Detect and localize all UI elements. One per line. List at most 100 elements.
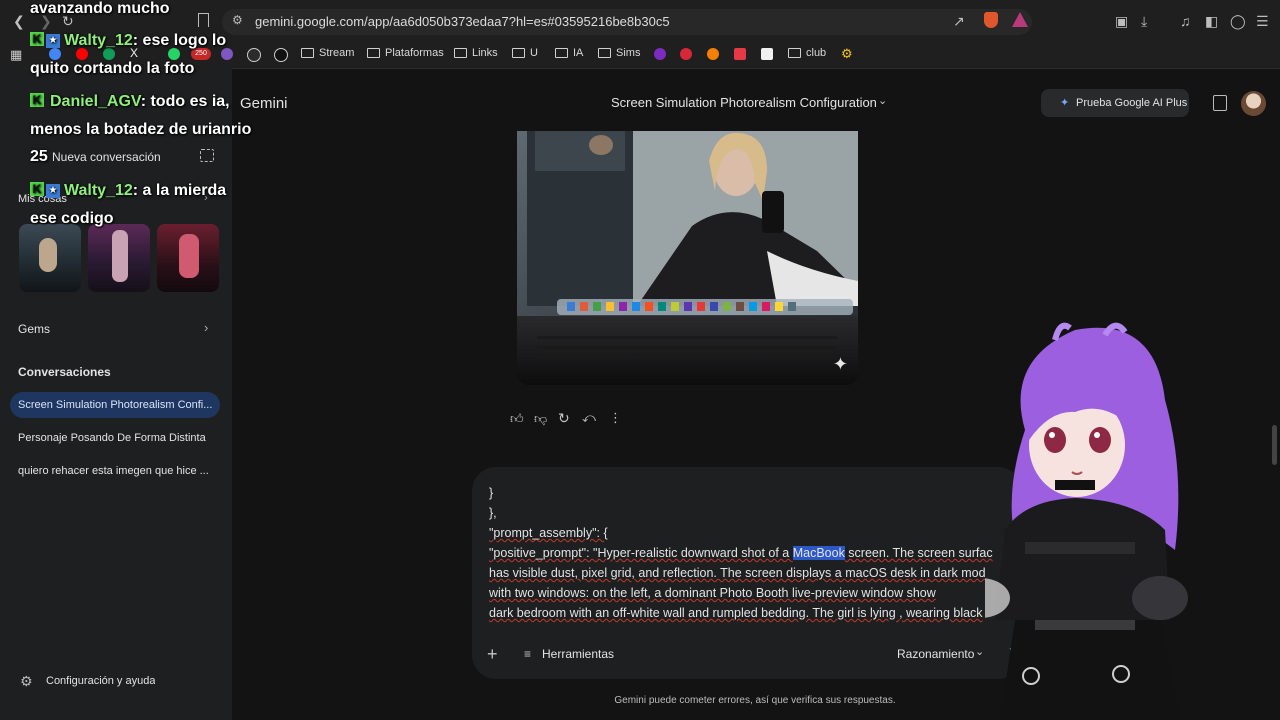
thumbs-up-icon[interactable]: 👍︎ [510,411,524,427]
new-chat-label: Nueva conversación [52,150,161,164]
folder-icon [598,48,611,58]
chat-line: quito cortando la foto [30,60,195,77]
more-options-icon[interactable]: ⋮ [609,410,622,426]
chat-line: menos la botadez de urianrio [30,121,252,138]
conversation-item[interactable]: Personaje Posando De Forma Distinta [18,432,218,444]
prompt-text-segment: screen. The screen surfac [844,546,993,560]
bookmark-folder-stream[interactable]: Stream [301,47,354,59]
chat-username: Daniel_AGV [50,93,141,110]
brave-shield-icon[interactable] [984,12,998,28]
settings-icon[interactable]: ⚙ [20,673,33,690]
selected-text: MacBook [792,546,845,560]
generated-image[interactable]: ✦ [517,131,858,385]
folder-icon [555,48,568,58]
settings-help-item[interactable]: Configuración y ayuda [46,675,155,687]
settings-gear-icon[interactable]: ⚙ [841,46,853,62]
share-icon[interactable]: ⤺ [582,410,596,426]
github-icon[interactable] [247,48,261,62]
regenerate-icon[interactable]: ↻ [558,410,570,427]
tools-button[interactable]: Herramientas [542,647,614,661]
sidebar-toggle-icon[interactable]: ◧ [1205,13,1218,30]
folder-icon [512,48,525,58]
bookmark-folder-sims[interactable]: Sims [598,47,640,59]
menu-icon[interactable]: ☰ [1256,13,1269,30]
openai-icon[interactable] [274,48,288,62]
url-text[interactable]: gemini.google.com/app/aa6d050b373edaa7?h… [255,14,670,29]
chat-username: Walty_12 [64,32,133,49]
folder-icon [454,48,467,58]
chat-message: K ★ Walty_12: ese logo lo [30,32,226,50]
upgrade-button[interactable]: ✦ Prueba Google AI Plus [1041,89,1189,117]
prompt-text-line[interactable]: has visible dust, pixel grid, and reflec… [489,566,986,580]
chevron-down-icon[interactable]: ⌄ [878,94,887,107]
gemini-watermark-icon: ✦ [832,354,848,374]
bookmark-folder-ia[interactable]: IA [555,47,583,59]
site-info-icon[interactable]: ⚙ [232,13,243,27]
app-icon[interactable] [734,48,746,60]
chat-text: : todo es ia, [140,93,230,110]
prompt-text-line[interactable]: with two windows: on the left, a dominan… [489,586,936,600]
bookmark-icon[interactable] [198,13,209,27]
delete-icon[interactable] [1213,95,1227,111]
tools-icon[interactable]: ≡ [524,647,531,661]
chat-text: : ese logo lo [132,32,227,49]
fox-icon[interactable] [707,48,719,60]
subscriber-badge-icon: ★ [46,184,60,198]
chat-message: K ★ Walty_12: a la mierda [30,182,226,200]
doc-icon[interactable] [761,48,773,60]
rewards-icon[interactable] [1012,12,1028,27]
chevron-right-icon[interactable]: › [204,320,208,335]
prompt-text-line[interactable]: }, [489,506,497,520]
avatar[interactable] [1241,91,1266,116]
upgrade-label: Prueba Google AI Plus [1076,97,1188,109]
media-icon[interactable]: ♫ [1180,13,1191,29]
download-icon[interactable]: ⤓ [1141,13,1147,30]
my-stuff-thumbnail[interactable] [157,224,219,292]
kick-badge-icon: K [30,182,44,196]
share-icon[interactable]: ↗ [953,13,965,30]
prompt-text-line[interactable]: "prompt_assembly": { [489,526,608,540]
thumbs-down-icon[interactable]: 👎︎ [534,411,547,427]
conversation-title[interactable]: Screen Simulation Photorealism Configura… [611,95,877,110]
gems-item[interactable]: Gems [18,322,50,336]
add-attachment-icon[interactable]: + [487,644,498,665]
vpn-icon[interactable]: ◯ [1230,13,1246,30]
chat-username: Walty_12 [64,182,133,199]
vtuber-avatar [985,322,1188,720]
my-stuff-thumbnail[interactable] [88,224,150,292]
search-chats-icon[interactable] [200,149,214,162]
bookmark-folder-u[interactable]: U [512,47,538,59]
back-icon[interactable]: ❮ [13,13,25,30]
conversations-heading: Conversaciones [18,365,111,379]
heart-icon[interactable] [680,48,692,60]
kick-badge-icon: K [30,93,44,107]
sparkle-icon: ✦ [1060,97,1070,109]
macbook-photo [517,131,858,385]
prompt-text-line[interactable]: } [489,486,493,500]
folder-icon [788,48,801,58]
reader-icon[interactable]: ▣ [1115,13,1128,30]
conversation-item[interactable]: quiero rehacer esta imegen que hice ... [18,465,218,477]
bookmark-folder-plataformas[interactable]: Plataformas [367,47,444,59]
chevron-down-icon[interactable]: ⌄ [975,645,984,658]
prompt-text-line[interactable]: "positive_prompt": "Hyper-realistic down… [489,546,993,560]
chat-line: 25 [30,148,48,165]
twitch-icon[interactable] [654,48,666,60]
chat-message: K Daniel_AGV: todo es ia, [30,93,230,111]
app-name[interactable]: Gemini [240,95,288,112]
prompt-text-line[interactable]: dark bedroom with an off-white wall and … [489,606,983,620]
chat-text: : a la mierda [132,182,227,199]
chat-line: ese codigo [30,210,114,227]
bookmark-folder-links[interactable]: Links [454,47,498,59]
scrollbar[interactable] [1272,425,1277,465]
conversation-item-label[interactable]: Screen Simulation Photorealism Confi... [18,399,218,411]
bookmark-folder-club[interactable]: club [788,47,826,59]
subscriber-badge-icon: ★ [46,34,60,48]
my-stuff-thumbnail[interactable] [19,224,81,292]
apps-icon[interactable]: ▦ [10,47,22,63]
chat-line: avanzando mucho [30,0,170,17]
mode-selector[interactable]: Razonamiento [897,647,974,661]
kick-badge-icon: K [30,32,44,46]
folder-icon [367,48,380,58]
folder-icon [301,48,314,58]
